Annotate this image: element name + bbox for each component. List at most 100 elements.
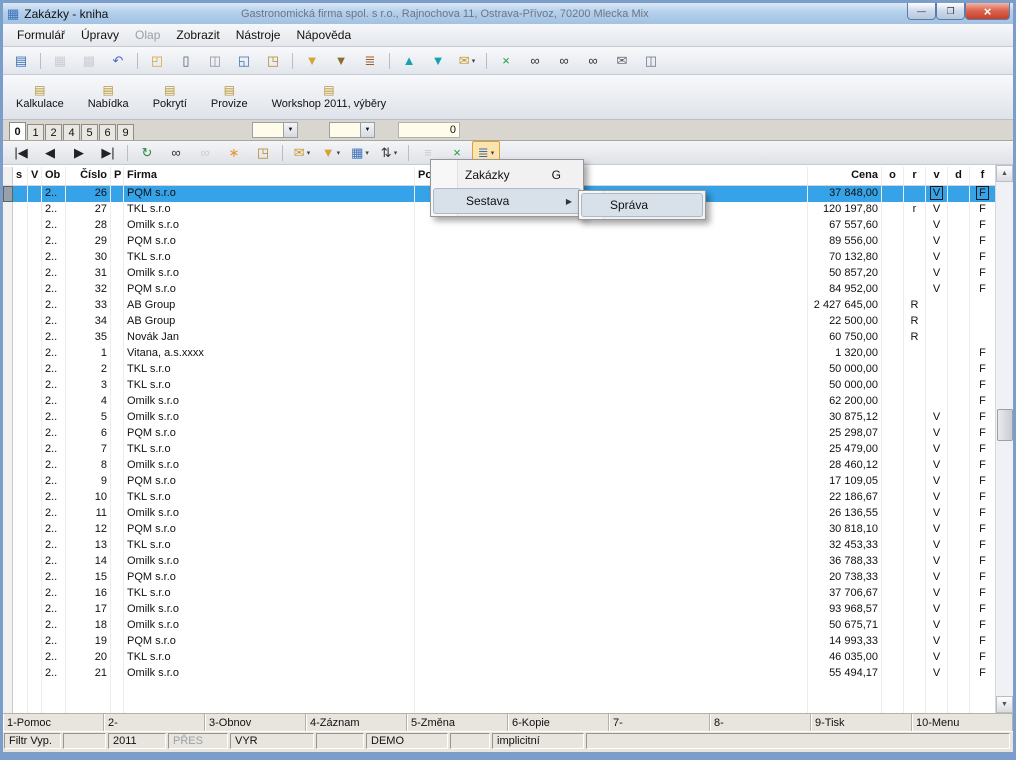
cell-p[interactable] [111,506,124,522]
table-row[interactable]: 2.. 14 Omilk s.r.o 36 788,33 V F [3,554,996,570]
cell-r[interactable] [904,250,926,266]
cell-v[interactable] [926,378,948,394]
cell-f[interactable]: F [970,442,996,458]
cell-selr[interactable] [3,522,13,538]
cell-selr[interactable] [3,410,13,426]
cell-V[interactable] [28,522,42,538]
cell-v[interactable]: V [926,554,948,570]
cell-cena[interactable]: 50 000,00 [808,378,882,394]
cell-o[interactable] [882,266,904,282]
fkey-2[interactable]: 2- [104,714,205,731]
cell-v[interactable]: V [926,666,948,682]
cell-po[interactable] [415,362,808,378]
cell-selr[interactable] [3,202,13,218]
cell-v[interactable]: V [926,442,948,458]
cell-cislo[interactable]: 13 [66,538,111,554]
cell-r[interactable] [904,426,926,442]
cell-cislo[interactable]: 10 [66,490,111,506]
cell-v[interactable]: V [926,506,948,522]
cell-selr[interactable] [3,538,13,554]
mail-button[interactable]: ✉ ▾ [288,141,316,164]
cell-s[interactable] [13,186,28,202]
cell-f[interactable]: F [970,586,996,602]
cell-firma[interactable]: Omilk s.r.o [124,602,415,618]
cell-s[interactable] [13,346,28,362]
cell-po[interactable] [415,458,808,474]
cell-o[interactable] [882,426,904,442]
cell-o[interactable] [882,186,904,202]
cell-f[interactable]: F [970,282,996,298]
cell-o[interactable] [882,394,904,410]
cell-cislo[interactable]: 15 [66,570,111,586]
cell-selr[interactable] [3,666,13,682]
cell-p[interactable] [111,458,124,474]
cell-o[interactable] [882,282,904,298]
cell-p[interactable] [111,394,124,410]
cell-o[interactable] [882,234,904,250]
cell-cena[interactable]: 1 320,00 [808,346,882,362]
cell-o[interactable] [882,250,904,266]
cell-p[interactable] [111,298,124,314]
cell-V[interactable] [28,554,42,570]
cell-cena[interactable]: 50 675,71 [808,618,882,634]
app-icon[interactable]: ▦ [7,7,19,20]
cell-po[interactable] [415,522,808,538]
cell-s[interactable] [13,410,28,426]
cell-cena[interactable]: 14 993,33 [808,634,882,650]
undo-button[interactable]: ↶ [104,49,132,72]
kalkulace-button[interactable]: ▤ Kalkulace [5,77,75,117]
cell-p[interactable] [111,346,124,362]
cell-s[interactable] [13,378,28,394]
cell-ob[interactable]: 2.. [42,378,66,394]
cell-v[interactable]: V [926,458,948,474]
cell-firma[interactable]: Novák Jan [124,330,415,346]
cell-po[interactable] [415,682,808,713]
cell-V[interactable] [28,586,42,602]
cell-ob[interactable]: 2.. [42,186,66,202]
close-button[interactable]: × [965,3,1010,20]
cell-selr[interactable] [3,442,13,458]
cell-firma[interactable]: Omilk s.r.o [124,458,415,474]
cell-cena[interactable]: 30 875,12 [808,410,882,426]
cell-v[interactable] [926,298,948,314]
cell-o[interactable] [882,650,904,666]
cell-o[interactable] [882,458,904,474]
form-navigator-button[interactable]: ▤ [7,49,35,72]
cell-V[interactable] [28,570,42,586]
cell-d[interactable] [948,426,970,442]
cell-cena[interactable]: 28 460,12 [808,458,882,474]
cell-r[interactable] [904,506,926,522]
cell-ob[interactable]: 2.. [42,410,66,426]
cell-p[interactable] [111,666,124,682]
cell-r[interactable] [904,458,926,474]
cell-cena[interactable]: 22 186,67 [808,490,882,506]
cell-V[interactable] [28,426,42,442]
cell-r[interactable]: R [904,330,926,346]
cell-cislo[interactable]: 8 [66,458,111,474]
cell-V[interactable] [28,394,42,410]
cell-firma[interactable]: Omilk s.r.o [124,506,415,522]
table-row[interactable]: 2.. 17 Omilk s.r.o 93 968,57 V F [3,602,996,618]
cell-selr[interactable] [3,298,13,314]
cell-r[interactable] [904,186,926,202]
cell-d[interactable] [948,250,970,266]
cell-s[interactable] [13,426,28,442]
cell-V[interactable] [28,282,42,298]
cell-ob[interactable]: 2.. [42,586,66,602]
cell-cislo[interactable]: 7 [66,442,111,458]
cell-f[interactable] [970,682,996,713]
cell-ob[interactable]: 2.. [42,554,66,570]
cell-v[interactable]: V [926,474,948,490]
table-row[interactable]: 2.. 16 TKL s.r.o 37 706,67 V F [3,586,996,602]
cell-po[interactable] [415,218,808,234]
cell-V[interactable] [28,330,42,346]
cell-r[interactable] [904,394,926,410]
cell-selr[interactable] [3,314,13,330]
cell-cislo[interactable]: 5 [66,410,111,426]
cell-po[interactable] [415,634,808,650]
cell-r[interactable] [904,346,926,362]
cell-cislo[interactable]: 34 [66,314,111,330]
cell-cena[interactable]: 17 109,05 [808,474,882,490]
cell-f[interactable]: F [970,522,996,538]
fkey-6[interactable]: 6-Kopie [508,714,609,731]
